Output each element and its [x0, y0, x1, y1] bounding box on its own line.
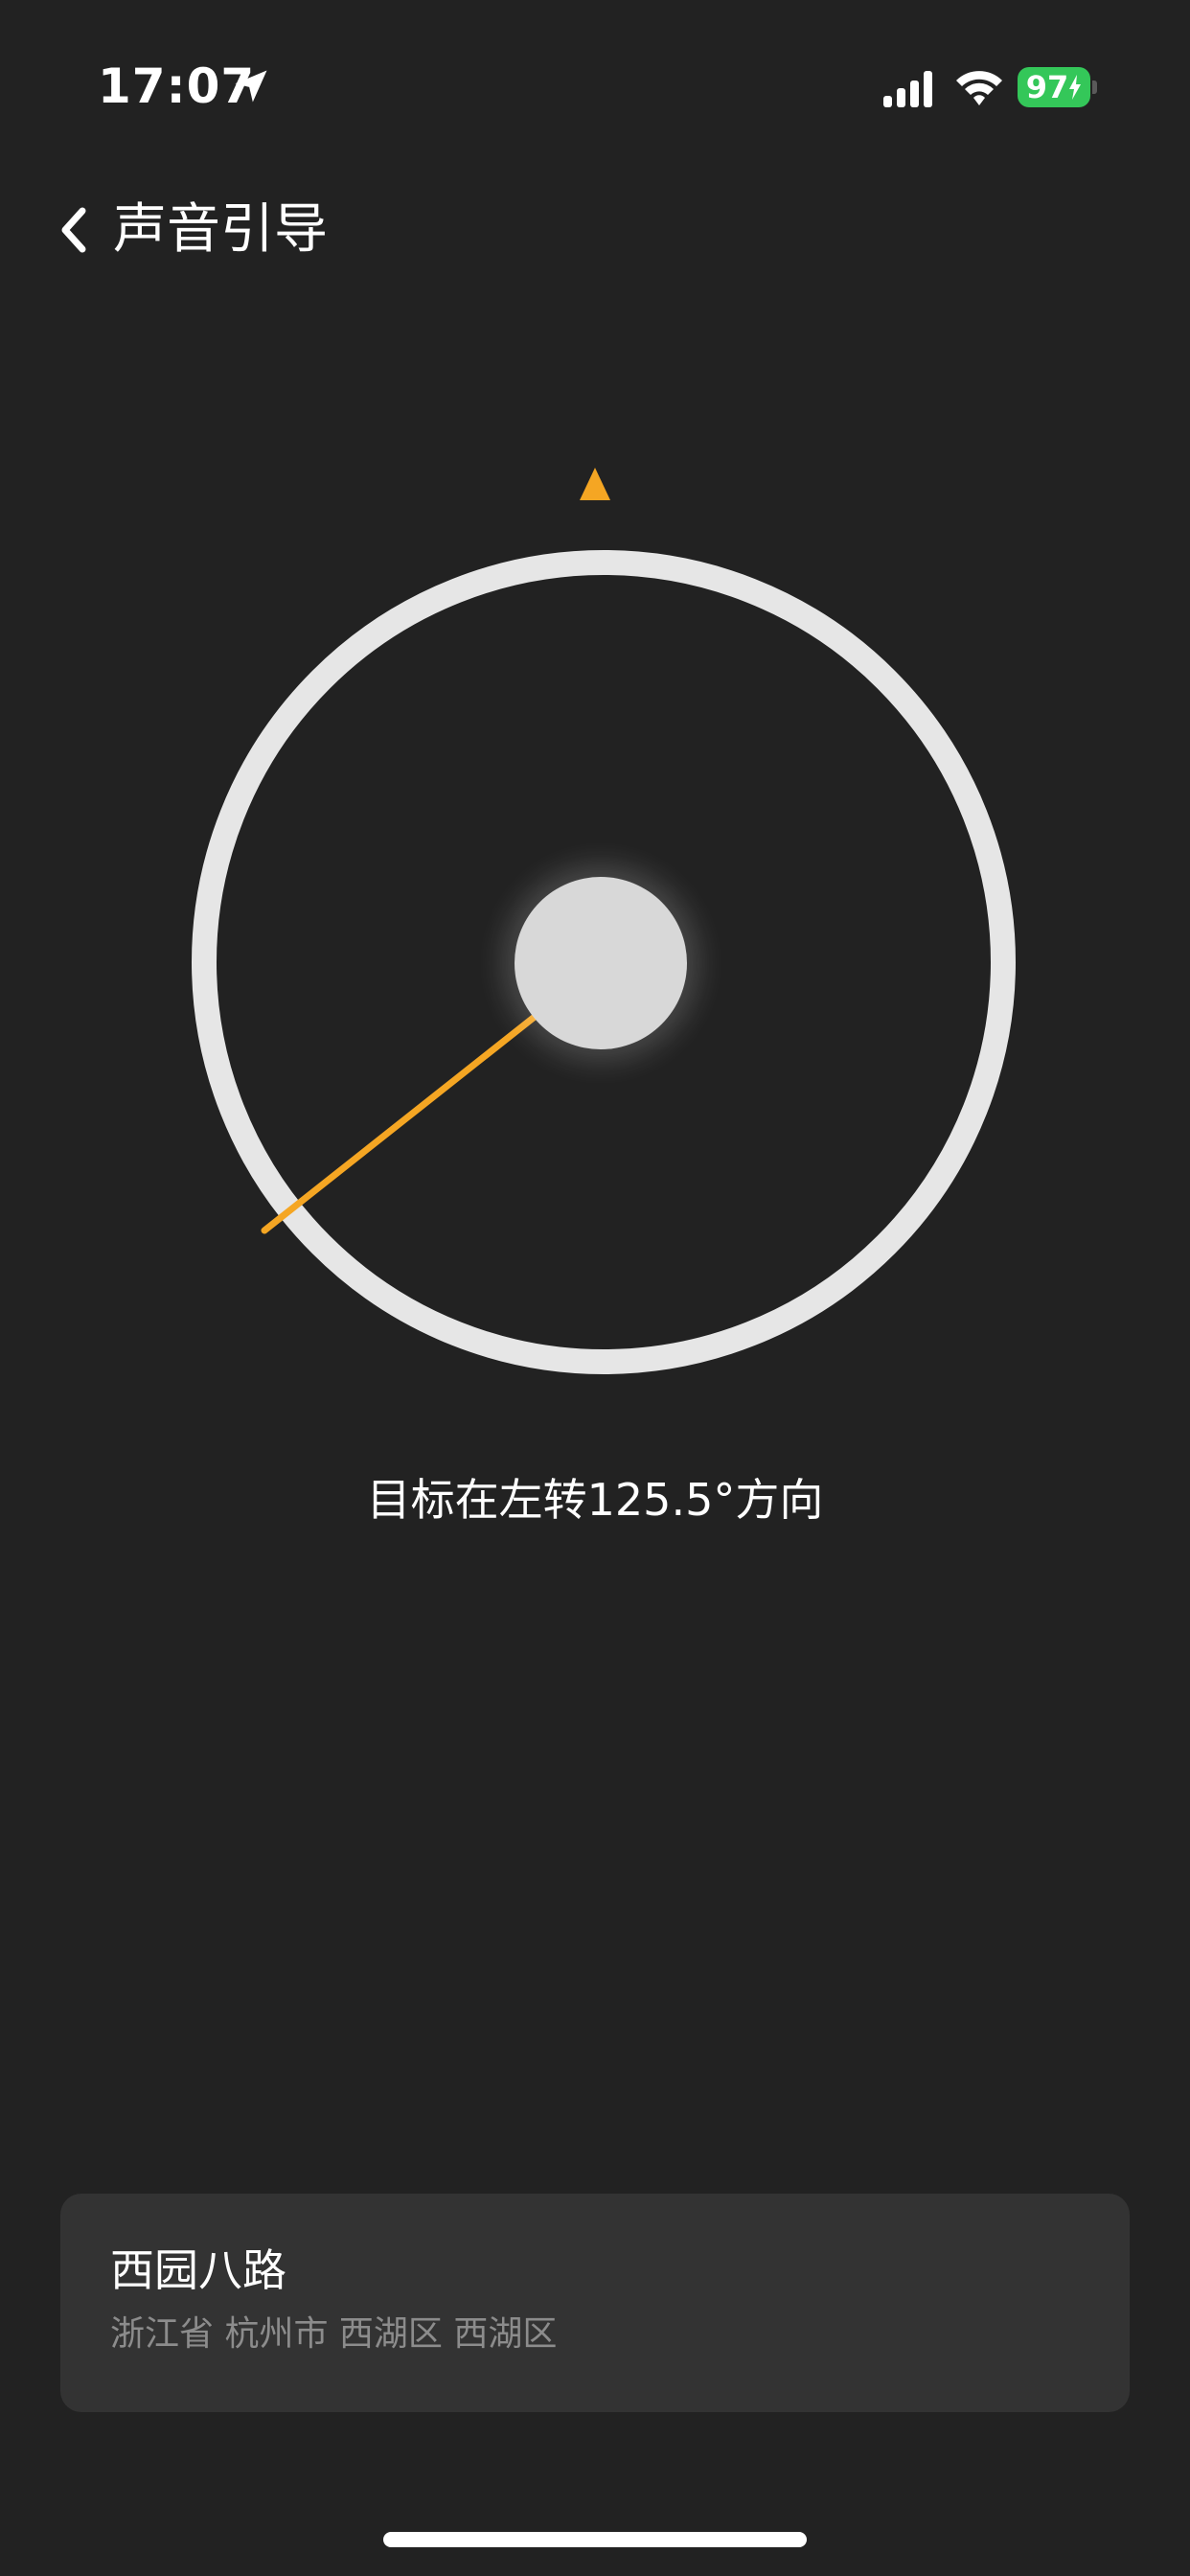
heading-indicator-icon — [580, 468, 610, 500]
direction-text: 目标在左转125.5°方向 — [366, 1474, 824, 1526]
destination-address: 浙江省 杭州市 西湖区 西湖区 — [110, 2314, 558, 2354]
destination-card[interactable]: 西园八路 浙江省 杭州市 西湖区 西湖区 — [60, 2194, 1130, 2412]
destination-name: 西园八路 — [110, 2244, 286, 2296]
compass — [192, 468, 1016, 1374]
compass-center-dot — [515, 877, 687, 1049]
home-indicator[interactable] — [383, 2532, 807, 2547]
